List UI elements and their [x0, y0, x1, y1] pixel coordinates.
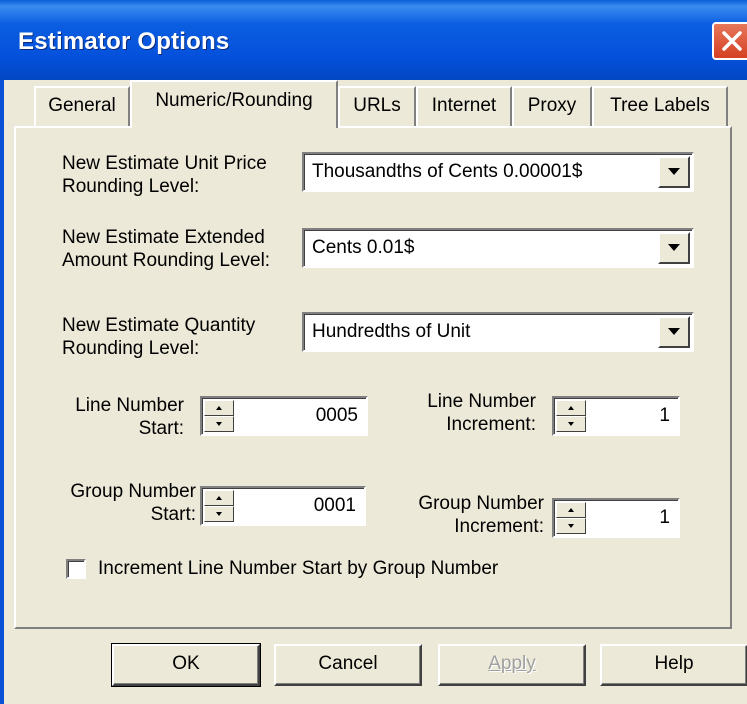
spin-down-icon — [568, 422, 574, 426]
window-title: Estimator Options — [18, 28, 230, 55]
label-line: Increment: — [446, 414, 536, 435]
label-line: Group Number — [418, 493, 544, 514]
spin-up-icon — [568, 508, 574, 512]
chevron-down-icon — [668, 168, 680, 175]
dropdown-button[interactable] — [658, 156, 690, 188]
close-icon — [722, 31, 742, 51]
spin-up-button[interactable] — [556, 400, 586, 416]
group-number-increment-label: Group Number Increment: — [384, 492, 544, 538]
stepper-value: 0005 — [315, 405, 358, 426]
tab-panel-numeric-rounding — [14, 126, 732, 629]
apply-button[interactable]: Apply — [438, 644, 586, 686]
spin-down-icon — [568, 524, 574, 528]
group-number-start-stepper[interactable]: 0001 — [200, 486, 366, 526]
stepper-value: 1 — [659, 405, 670, 426]
label-line: New Estimate Unit Price — [62, 153, 267, 174]
tab-urls[interactable]: URLs — [338, 86, 416, 126]
unit-price-rounding-select[interactable]: Thousandths of Cents 0.00001$ — [302, 152, 694, 192]
help-button[interactable]: Help — [600, 644, 747, 686]
group-number-increment-stepper[interactable]: 1 — [552, 498, 680, 538]
label-line: Start: — [150, 504, 196, 525]
spin-down-icon — [216, 422, 222, 426]
tab-internet[interactable]: Internet — [416, 86, 512, 126]
quantity-rounding-label: New Estimate Quantity Rounding Level: — [62, 314, 255, 360]
select-value: Hundredths of Unit — [312, 321, 471, 342]
spin-up-button[interactable] — [204, 400, 234, 416]
tab-numeric-rounding[interactable]: Numeric/Rounding — [130, 80, 338, 128]
select-value: Cents 0.01$ — [312, 237, 415, 258]
estimator-options-dialog: Estimator Options General Numeric/Roundi… — [0, 0, 747, 704]
label-line: New Estimate Quantity — [62, 315, 256, 336]
quantity-rounding-select[interactable]: Hundredths of Unit — [302, 312, 694, 352]
increment-by-group-label[interactable]: Increment Line Number Start by Group Num… — [98, 557, 498, 580]
stepper-value: 1 — [659, 507, 670, 528]
apply-label: Apply — [488, 653, 536, 674]
tab-label: Internet — [431, 95, 497, 116]
spin-down-button[interactable] — [556, 518, 586, 534]
spin-up-icon — [216, 496, 222, 500]
label-line: Line Number — [75, 395, 184, 416]
select-value: Thousandths of Cents 0.00001$ — [312, 161, 583, 182]
chevron-down-icon — [668, 244, 680, 251]
spin-up-button[interactable] — [204, 490, 234, 506]
dropdown-button[interactable] — [658, 316, 690, 348]
unit-price-label: New Estimate Unit Price Rounding Level: — [62, 152, 267, 198]
extended-amount-label: New Estimate Extended Amount Rounding Le… — [62, 226, 270, 272]
tab-proxy[interactable]: Proxy — [512, 86, 592, 126]
extended-amount-rounding-select[interactable]: Cents 0.01$ — [302, 228, 694, 268]
stepper-value: 0001 — [313, 495, 356, 516]
tab-label: General — [48, 95, 116, 116]
label-line: Rounding Level: — [62, 338, 200, 359]
chevron-down-icon — [668, 328, 680, 335]
line-number-start-stepper[interactable]: 0005 — [200, 396, 368, 436]
label-line: Rounding Level: — [62, 176, 200, 197]
tab-general[interactable]: General — [34, 86, 130, 126]
tab-label: Tree Labels — [610, 95, 710, 116]
spin-down-button[interactable] — [204, 416, 234, 432]
ok-button[interactable]: OK — [111, 643, 261, 687]
tab-label: Numeric/Rounding — [155, 90, 313, 111]
tab-label: URLs — [353, 95, 401, 116]
close-button[interactable] — [712, 22, 747, 60]
label-line: Increment: — [454, 516, 544, 537]
label-line: Amount Rounding Level: — [62, 250, 271, 271]
line-number-increment-label: Line Number Increment: — [392, 390, 536, 436]
line-number-start-label: Line Number Start: — [40, 394, 184, 440]
group-number-start-label: Group Number Start: — [40, 480, 196, 526]
dropdown-button[interactable] — [658, 232, 690, 264]
spin-down-button[interactable] — [204, 506, 234, 522]
label-line: Start: — [138, 418, 184, 439]
tab-tree-labels[interactable]: Tree Labels — [592, 86, 728, 126]
label-line: Line Number — [427, 391, 536, 412]
spin-down-icon — [216, 512, 222, 516]
label-line: New Estimate Extended — [62, 227, 265, 248]
cancel-button[interactable]: Cancel — [274, 644, 422, 686]
title-bar[interactable]: Estimator Options — [0, 0, 747, 80]
label-line: Group Number — [70, 481, 196, 502]
increment-by-group-checkbox[interactable] — [66, 559, 86, 579]
tab-label: Proxy — [527, 95, 577, 116]
spin-up-icon — [568, 406, 574, 410]
line-number-increment-stepper[interactable]: 1 — [552, 396, 680, 436]
spin-down-button[interactable] — [556, 416, 586, 432]
spin-up-icon — [216, 406, 222, 410]
spin-up-button[interactable] — [556, 502, 586, 518]
